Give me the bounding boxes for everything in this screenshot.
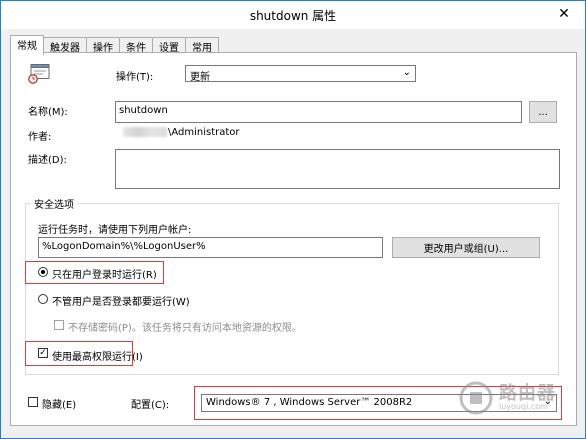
properties-dialog: shutdown 属性 ✕ 常规 触发器 操作 条件 设置 常用 操作(T): … xyxy=(0,0,586,439)
no-store-password-checkbox[interactable] xyxy=(54,320,64,330)
name-field-value: shutdown xyxy=(119,105,168,116)
author-redacted xyxy=(123,127,167,137)
chevron-down-icon: ⌄ xyxy=(402,67,411,78)
whether-logged-on-label[interactable]: 不管用户是否登录都要运行(W) xyxy=(52,293,190,308)
configure-label: 配置(C): xyxy=(131,400,170,411)
name-label: 名称(M): xyxy=(28,107,68,118)
close-button[interactable]: ✕ xyxy=(551,3,577,25)
action-select[interactable]: 更新 ⌄ xyxy=(185,65,416,83)
description-label: 描述(D): xyxy=(28,155,67,166)
security-options-title: 安全选项 xyxy=(31,196,77,211)
browse-button[interactable]: ... xyxy=(529,101,557,123)
close-icon: ✕ xyxy=(558,6,570,22)
configure-select-value: Windows® 7 , Windows Server™ 2008R2 xyxy=(206,397,413,408)
description-field[interactable] xyxy=(115,149,560,189)
whether-logged-on-radio[interactable] xyxy=(38,294,48,304)
user-account-field: %LogonDomain%\%LogonUser% xyxy=(38,237,383,258)
watermark-subtext: luyouqi.com xyxy=(499,402,548,411)
author-label: 作者: xyxy=(28,132,52,143)
task-icon xyxy=(28,64,50,84)
title-bar[interactable]: shutdown 属性 ✕ xyxy=(1,1,585,29)
user-account-value: %LogonDomain%\%LogonUser% xyxy=(42,241,206,252)
change-user-button[interactable]: 更改用户或组(U)... xyxy=(392,237,540,258)
only-logged-on-radio[interactable] xyxy=(38,267,48,277)
run-as-label: 运行任务时，请使用下列用户帐户: xyxy=(38,225,192,236)
general-tab-panel: 操作(T): 更新 ⌄ 名称(M): shutdown ... 作者: \Adm… xyxy=(10,52,577,426)
highest-privileges-checkbox[interactable]: ✓ xyxy=(38,348,48,358)
action-label: 操作(T): xyxy=(116,72,154,83)
watermark: 路由器 luyouqi.com xyxy=(451,378,575,418)
action-select-value: 更新 xyxy=(190,72,210,83)
name-field[interactable]: shutdown xyxy=(115,101,522,123)
window-title: shutdown 属性 xyxy=(249,9,337,23)
hidden-label[interactable]: 隐藏(E) xyxy=(42,396,76,411)
only-logged-on-label[interactable]: 只在用户登录时运行(R) xyxy=(52,266,157,281)
no-store-password-label[interactable]: 不存储密码(P)。该任务将只有访问本地资源的权限。 xyxy=(68,319,302,334)
hidden-checkbox[interactable] xyxy=(28,397,38,407)
highest-privileges-label[interactable]: 使用最高权限运行(I) xyxy=(52,348,143,363)
tab-strip: 常规 触发器 操作 条件 设置 常用 xyxy=(10,35,219,55)
tab-general[interactable]: 常规 xyxy=(10,35,44,55)
router-logo-icon xyxy=(459,381,493,415)
author-value: \Administrator xyxy=(168,127,240,138)
